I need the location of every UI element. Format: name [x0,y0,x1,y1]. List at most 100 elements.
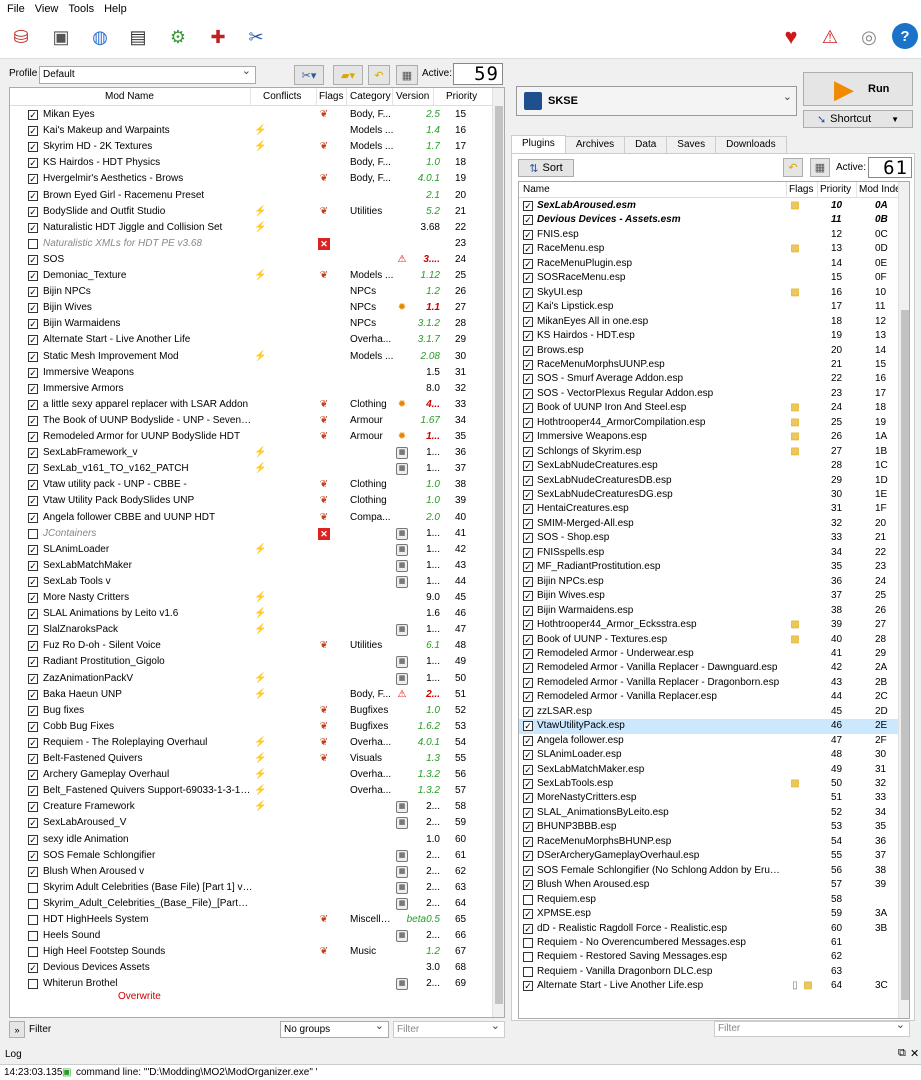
plugin-row[interactable]: VtawUtilityPack.esp 46 2E [519,719,899,734]
tools-icon[interactable]: ✚ [204,23,232,51]
mod-enabled-checkbox[interactable] [28,721,38,732]
col-conflicts[interactable]: Conflicts [263,91,301,102]
mod-enabled-checkbox[interactable] [28,254,38,265]
mod-row[interactable]: Demoniac_Texture ⚡ ❦ Models ... 1.12 25 [10,268,490,284]
mod-row[interactable]: More Nasty Critters ⚡ 9.0 45 [10,590,490,606]
plugin-enabled-checkbox[interactable] [523,403,533,414]
mod-enabled-checkbox[interactable] [28,898,38,909]
plugin-enabled-checkbox[interactable] [523,793,533,804]
plugin-enabled-checkbox[interactable] [523,258,533,269]
plugin-row[interactable]: MoreNastyCritters.esp 51 33 [519,791,899,806]
plugin-row[interactable]: Blush When Aroused.esp 57 39 [519,878,899,893]
mod-enabled-checkbox[interactable] [28,238,38,249]
plugin-row[interactable]: RaceMenuPlugin.esp 14 0E [519,257,899,272]
plugin-row[interactable]: RaceMenu.esp ▩ 13 0D [519,242,899,257]
col-mod-index[interactable]: Mod Inde [859,184,901,195]
plugin-row[interactable]: Bijin Warmaidens.esp 38 26 [519,604,899,619]
plugin-row[interactable]: Bijin Wives.esp 37 25 [519,589,899,604]
plugin-row[interactable]: Schlongs of Skyrim.esp ▩ 27 1B [519,445,899,460]
plugin-row[interactable]: XPMSE.esp 59 3A [519,907,899,922]
mod-row[interactable]: Skyrim Adult Celebrities (Base File) [Pa… [10,880,490,896]
mod-row[interactable]: Bug fixes ❦ Bugfixes 1.0 52 [10,703,490,719]
mod-enabled-checkbox[interactable] [28,399,38,410]
mod-row[interactable]: Mikan Eyes ❦ Body, F... 2.5 15 [10,107,490,123]
mod-row[interactable]: Cobb Bug Fixes ❦ Bugfixes 1.6.2 53 [10,719,490,735]
plugin-enabled-checkbox[interactable] [523,692,533,703]
mod-enabled-checkbox[interactable] [28,963,38,974]
tab-saves[interactable]: Saves [666,136,717,153]
plugin-enabled-checkbox[interactable] [523,273,533,284]
mod-list-scroll-thumb[interactable] [495,106,503,1004]
mod-enabled-checkbox[interactable] [28,770,38,781]
overwrite-row[interactable]: Overwrite [118,991,161,1002]
mod-enabled-checkbox[interactable] [28,303,38,314]
mod-enabled-checkbox[interactable] [28,464,38,475]
profiles-icon[interactable]: ▤ [124,23,152,51]
plugin-enabled-checkbox[interactable] [523,388,533,399]
plugin-row[interactable]: MikanEyes All in one.esp 18 12 [519,315,899,330]
plugin-enabled-checkbox[interactable] [523,359,533,370]
plugin-enabled-checkbox[interactable] [523,316,533,327]
plugin-enabled-checkbox[interactable] [523,851,533,862]
tab-plugins[interactable]: Plugins [511,135,566,153]
tab-data[interactable]: Data [624,136,668,153]
mod-enabled-checkbox[interactable] [28,834,38,845]
plugin-enabled-checkbox[interactable] [523,302,533,313]
mod-row[interactable]: Bijin Warmaidens NPCs 3.1.2 28 [10,316,490,332]
plugin-row[interactable]: FNIS.esp 12 0C [519,228,899,243]
mod-enabled-checkbox[interactable] [28,641,38,652]
mod-enabled-checkbox[interactable] [28,206,38,217]
mod-enabled-checkbox[interactable] [28,576,38,587]
mod-row[interactable]: ZazAnimationPackV ⚡ ▦ 1... 50 [10,671,490,687]
mod-row[interactable]: SOS ⚠ 3.... 24 [10,252,490,268]
plugin-enabled-checkbox[interactable] [523,562,533,573]
mod-enabled-checkbox[interactable] [28,754,38,764]
mod-row[interactable]: BodySlide and Outfit Studio ⚡ ❦ Utilities 5.… [10,204,490,220]
mod-row[interactable]: SOS Female Schlongifier ▦ 2... 61 [10,848,490,864]
plugin-enabled-checkbox[interactable] [523,620,533,631]
plugin-row[interactable]: SexLabMatchMaker.esp 49 31 [519,763,899,778]
plugin-row[interactable]: dD - Realistic Ragdoll Force - Realistic… [519,922,899,937]
open-folder-button[interactable]: ▰▾ [333,65,363,85]
menu-tools[interactable]: Tools [64,3,100,15]
mod-tools-button[interactable]: ✂▾ [294,65,324,85]
plugin-enabled-checkbox[interactable] [523,432,533,443]
mod-enabled-checkbox[interactable] [28,335,38,346]
menu-file[interactable]: File [3,3,31,15]
create-backup-button[interactable]: ▦ [396,65,418,85]
mod-enabled-checkbox[interactable] [28,271,38,281]
mod-enabled-checkbox[interactable] [28,705,38,716]
mod-row[interactable]: Whiterun Brothel ▦ 2... 69 [10,976,490,992]
tab-downloads[interactable]: Downloads [715,136,787,153]
plugin-list-scroll-thumb[interactable] [901,310,909,1000]
mod-row[interactable]: Baka Haeun UNP ⚡ ⚠ Body, F... 2... 51 [10,687,490,703]
mod-enabled-checkbox[interactable] [28,802,38,813]
col-category[interactable]: Category [350,91,391,102]
plugin-row[interactable]: Brows.esp 20 14 [519,344,899,359]
plugin-enabled-checkbox[interactable] [523,417,533,428]
plugin-enabled-checkbox[interactable] [523,533,533,544]
mod-enabled-checkbox[interactable] [28,560,38,571]
restore-backup-button[interactable]: ↶ [368,65,390,85]
mod-enabled-checkbox[interactable] [28,126,38,137]
mod-row[interactable]: Bijin Wives ✹ NPCs 1.1 27 [10,300,490,316]
plugin-enabled-checkbox[interactable] [523,966,533,977]
plugin-restore-button[interactable]: ↶ [783,158,803,177]
plugin-filter-input[interactable]: Filter [714,1018,910,1037]
plugin-enabled-checkbox[interactable] [523,807,533,818]
plugin-enabled-checkbox[interactable] [523,201,533,211]
run-button[interactable]: ▶ Run [803,72,913,106]
mod-enabled-checkbox[interactable] [28,432,38,442]
mod-list[interactable]: Mod Name Conflicts Flags Category Versio… [9,87,505,1018]
plugin-row[interactable]: KS Hairdos - HDT.esp 19 13 [519,329,899,344]
plugin-row[interactable]: SexLabAroused.esm ▩ 10 0A [519,199,899,214]
plugin-enabled-checkbox[interactable] [523,779,533,789]
mod-row[interactable]: JContainers ✕ ▦ 1... 41 [10,526,490,542]
menu-help[interactable]: Help [100,3,133,15]
instances-icon[interactable]: ⛁ [7,23,35,51]
mod-enabled-checkbox[interactable] [28,222,38,233]
mod-enabled-checkbox[interactable] [28,625,38,636]
plugin-list[interactable]: Name Flags Priority Mod Inde SexLabArous… [518,181,910,1019]
plugin-row[interactable]: Remodeled Armor - Underwear.esp 41 29 [519,647,899,662]
settings-gear-icon[interactable]: ⚙ [164,23,192,51]
